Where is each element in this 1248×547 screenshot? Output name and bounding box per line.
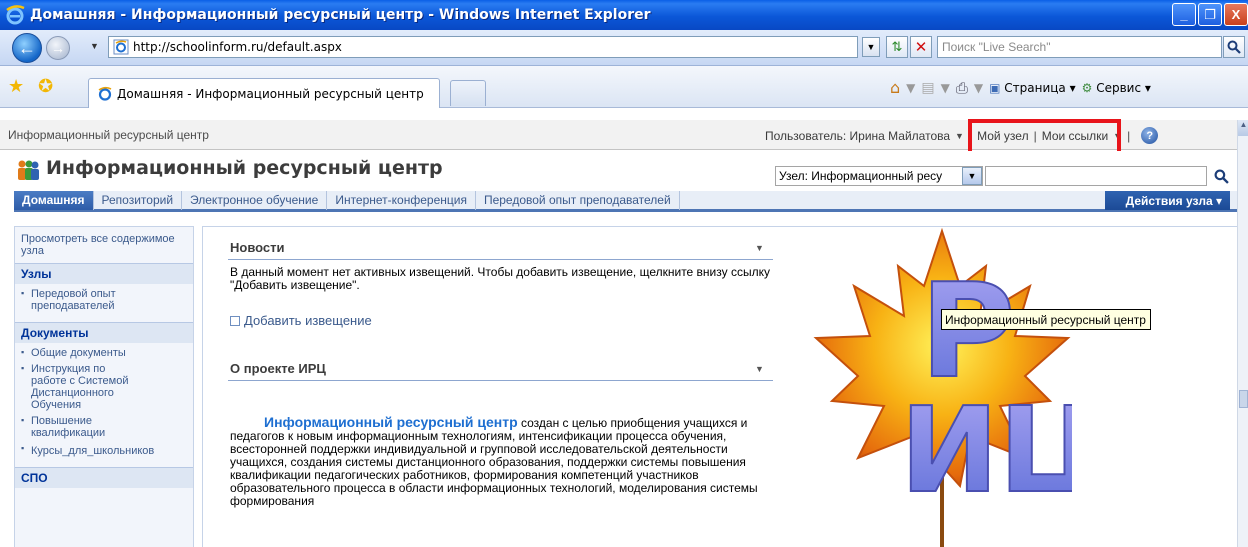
news-webpart-title[interactable]: Новости — [230, 240, 285, 255]
sites-heading[interactable]: Узлы — [15, 263, 193, 284]
my-links-menu[interactable]: Мои ссылки — [1042, 129, 1108, 143]
tab-internet-conference[interactable]: Интернет-конференция — [327, 191, 476, 210]
live-search-input[interactable]: Поиск "Live Search" — [937, 36, 1222, 58]
stop-icon: ✕ — [914, 39, 928, 56]
help-icon[interactable]: ? — [1141, 127, 1159, 144]
scope-dropdown-icon[interactable]: ▼ — [962, 167, 982, 185]
live-search-button[interactable] — [1223, 36, 1245, 58]
about-project-text: Информационный ресурсный центр создан с … — [230, 414, 775, 508]
address-toolbar: ← → ▼ http://schoolinform.ru/default.asp… — [0, 30, 1248, 66]
forward-button[interactable]: → — [46, 36, 70, 60]
search-scope-select[interactable]: Узел: Информационный ресу — [775, 166, 983, 186]
sidebar-item-shared-documents[interactable]: Общие документы — [15, 343, 193, 359]
about-highlight: Информационный ресурсный центр — [264, 414, 518, 430]
ie-page-icon — [97, 86, 113, 102]
print-icon[interactable]: ⎙ — [956, 79, 968, 97]
top-navigation: Домашняя Репозиторий Электронное обучени… — [0, 189, 1237, 213]
logo-tooltip: Информационный ресурсный центр — [941, 309, 1151, 330]
address-dropdown-icon[interactable]: ▼ — [862, 37, 880, 57]
sp-header: Информационный ресурсный центр Узел: Инф… — [0, 151, 1237, 189]
site-search-button[interactable] — [1210, 165, 1232, 187]
new-tab-button[interactable] — [450, 80, 486, 106]
separator: | — [968, 128, 973, 143]
browser-tab-active[interactable]: Домашняя - Информационный ресурсный цент… — [88, 78, 440, 108]
back-button[interactable]: ← — [12, 33, 42, 63]
history-dropdown-icon[interactable]: ▼ — [90, 41, 99, 51]
ie-logo-icon — [6, 5, 25, 25]
my-site-link[interactable]: Мой узел — [977, 129, 1029, 143]
site-actions-menu[interactable]: Действия узла ▾ — [1105, 191, 1230, 210]
gear-icon: ⚙ — [1081, 80, 1093, 95]
address-input[interactable]: http://schoolinform.ru/default.aspx — [108, 36, 858, 58]
sp-global-bar: Информационный ресурсный центр Пользоват… — [0, 120, 1237, 150]
add-announcement-link[interactable]: Добавить извещение — [230, 313, 372, 328]
window-title: Домашняя - Информационный ресурсный цент… — [30, 7, 651, 23]
maximize-button[interactable]: ❐ — [1198, 3, 1222, 26]
command-bar: ⌂ ▼ ▤ ▼ ⎙ ▼ ▣ Страница ▾ ⚙ Сервис ▾ — [890, 78, 1151, 97]
home-icon[interactable]: ⌂ — [890, 78, 900, 97]
site-logo-icon — [18, 160, 39, 180]
sidebar-item-school-courses[interactable]: Курсы_для_школьников — [15, 439, 193, 457]
favorites-tab-bar: ★ ✪ Домашняя - Информационный ресурсный … — [0, 66, 1248, 108]
about-webpart-title[interactable]: О проекте ИРЦ — [230, 361, 326, 376]
ie-page-icon — [113, 39, 129, 55]
news-empty-message: В данный момент нет активных извещений. … — [230, 265, 770, 292]
user-links: Пользователь: Ирина Майлатова ▼ | Мой уз… — [765, 127, 1159, 144]
page-menu[interactable]: ▣ Страница ▾ — [989, 81, 1076, 95]
spo-heading[interactable]: СПО — [15, 467, 193, 488]
favorites-star-icon[interactable]: ★ — [8, 76, 24, 97]
news-webpart-menu-icon[interactable]: ▼ — [755, 243, 764, 253]
scrollbar-thumb[interactable] — [1239, 390, 1248, 408]
refresh-button[interactable]: ⇅ — [886, 36, 908, 58]
news-title-underline — [228, 259, 773, 260]
logo-letters-ic: ИЦ — [900, 381, 1072, 519]
about-webpart-menu-icon[interactable]: ▼ — [755, 364, 764, 374]
scroll-up-arrow-icon[interactable]: ▲ — [1238, 120, 1248, 136]
irc-maple-leaf-logo: Р ИЦ — [813, 227, 1072, 547]
separator: | — [1127, 128, 1131, 143]
sidebar-item-lms-instructions[interactable]: Инструкция по работе с Системой Дистанци… — [15, 359, 145, 411]
site-search-input[interactable] — [985, 166, 1207, 186]
feeds-icon[interactable]: ▤ — [921, 80, 934, 96]
address-url: http://schoolinform.ru/default.aspx — [133, 40, 342, 54]
close-button[interactable]: X — [1224, 3, 1248, 26]
tab-repository[interactable]: Репозиторий — [94, 191, 183, 210]
about-body: создан с целью приобщения учащихся и пед… — [230, 416, 758, 508]
site-title[interactable]: Информационный ресурсный центр — [46, 157, 443, 179]
tab-home[interactable]: Домашняя — [14, 191, 94, 210]
add-favorites-icon[interactable]: ✪ — [38, 76, 53, 97]
site-breadcrumb[interactable]: Информационный ресурсный центр — [8, 128, 209, 142]
tab-best-practices[interactable]: Передовой опыт преподавателей — [476, 191, 680, 210]
stop-button[interactable]: ✕ — [910, 36, 932, 58]
separator: | — [1033, 128, 1037, 143]
arrow-right-icon: → — [51, 40, 65, 56]
view-all-content-link[interactable]: Просмотреть все содержимое узла — [15, 227, 175, 257]
tab-title: Домашняя - Информационный ресурсный цент… — [117, 86, 424, 101]
sidebar-item-best-practices[interactable]: Передовой опыт преподавателей — [15, 284, 193, 312]
tab-elearning[interactable]: Электронное обучение — [182, 191, 328, 210]
chevron-down-icon[interactable]: ▼ — [955, 131, 964, 141]
search-icon — [1227, 40, 1241, 54]
arrow-left-icon: ← — [18, 37, 36, 58]
chevron-down-icon[interactable]: ▼ — [1113, 131, 1122, 141]
sidebar-item-qualification[interactable]: Повышение квалификации — [15, 411, 135, 439]
user-menu[interactable]: Пользователь: Ирина Майлатова — [765, 129, 950, 143]
search-icon — [1214, 169, 1229, 184]
about-title-underline — [228, 380, 773, 381]
page-icon: ▣ — [989, 80, 1001, 95]
refresh-icon: ⇅ — [891, 39, 903, 54]
quick-launch: Просмотреть все содержимое узла Узлы Пер… — [14, 226, 194, 547]
tools-menu[interactable]: ⚙ Сервис ▾ — [1082, 81, 1151, 95]
documents-heading[interactable]: Документы — [15, 322, 193, 343]
window-title-bar: Домашняя - Информационный ресурсный цент… — [0, 0, 1248, 30]
minimize-button[interactable]: _ — [1172, 3, 1196, 26]
add-square-icon — [230, 316, 240, 326]
vertical-scrollbar[interactable]: ▲ — [1237, 120, 1248, 547]
